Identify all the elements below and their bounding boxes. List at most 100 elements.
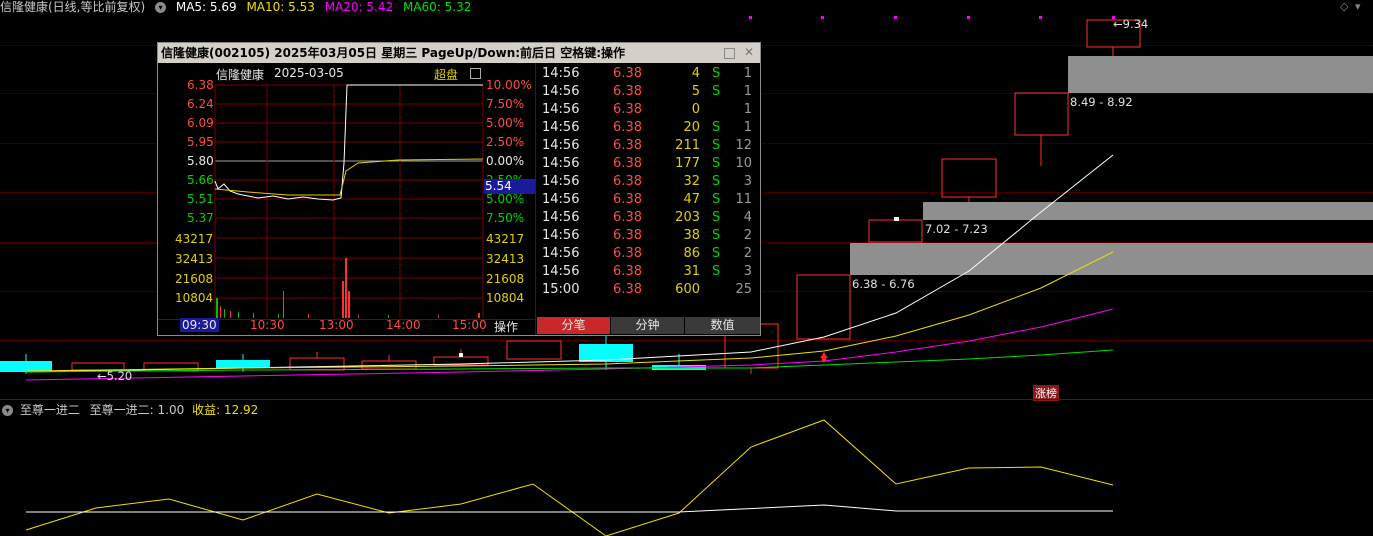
time-axis-label: 15:00: [452, 318, 487, 332]
pct-axis-label: 5.00%: [486, 192, 525, 206]
operate-button[interactable]: 操作: [494, 318, 518, 335]
range-label: 8.49 - 8.92: [1070, 95, 1133, 109]
tick-time: 14:56: [542, 246, 580, 261]
tick-price: 6.38: [613, 192, 642, 207]
tick-price: 6.38: [613, 228, 642, 243]
tick-time: 14:56: [542, 138, 580, 153]
tick-count: 11: [735, 192, 752, 207]
tick-count: 1: [743, 84, 752, 99]
indicator-line-white: [26, 504, 1113, 513]
maximize-icon[interactable]: [724, 48, 735, 59]
tick-volume: 203: [675, 210, 700, 225]
time-axis-label: 13:00: [319, 318, 354, 332]
tick-price: 6.38: [613, 210, 642, 225]
pct-axis-label: 0.00%: [486, 154, 525, 168]
price-axis-label: 6.38: [187, 78, 214, 92]
low-annotation: ←5.20: [97, 369, 133, 383]
tick-volume: 177: [675, 156, 700, 171]
indicator-chart[interactable]: [0, 400, 1373, 536]
tick-side: S: [712, 210, 721, 225]
time-axis-label: 14:00: [386, 318, 421, 332]
price-axis-label: 6.24: [187, 97, 214, 111]
pct-axis-label: 2.50%: [486, 135, 525, 149]
tick-row: 14:56 6.38 177 S 10: [536, 155, 760, 173]
tick-count: 1: [743, 120, 752, 135]
mini-chart-date: 2025-03-05: [274, 66, 344, 80]
tick-count: 25: [735, 282, 752, 297]
volume-axis-label: 32413: [486, 252, 525, 266]
tick-side: S: [712, 66, 721, 81]
tick-price: 6.38: [613, 246, 642, 261]
tick-volume: 32: [683, 174, 700, 189]
tick-side: S: [712, 246, 721, 261]
volume-axis-label: 10804: [175, 291, 214, 305]
tick-side: S: [712, 84, 721, 99]
tick-row: 14:56 6.38 4 S 1: [536, 65, 760, 83]
tick-volume: 5: [691, 84, 700, 99]
low-value: 5.20: [106, 369, 133, 383]
volume-axis-label: 43217: [175, 232, 214, 246]
tick-volume: 38: [683, 228, 700, 243]
tick-side: S: [712, 228, 721, 243]
volume-axis-label: 10804: [486, 291, 525, 305]
pct-axis-label: 7.50%: [486, 97, 525, 111]
tab-minutes[interactable]: 分钟: [610, 317, 684, 334]
buy-arrow-icon: [820, 352, 828, 358]
tick-count: 10: [735, 156, 752, 171]
tab-values[interactable]: 数值: [684, 317, 760, 334]
tick-volume: 86: [683, 246, 700, 261]
tick-price: 6.38: [613, 282, 642, 297]
tick-price: 6.38: [613, 156, 642, 171]
tick-side: S: [712, 156, 721, 171]
candle-up: [289, 357, 345, 371]
pct-axis-label: 10.00%: [486, 78, 532, 92]
tick-time: 14:56: [542, 264, 580, 279]
tick-row: 14:56 6.38 5 S 1: [536, 83, 760, 101]
tick-side: S: [712, 120, 721, 135]
volume-axis-label: 32413: [175, 252, 214, 266]
tick-count: 4: [743, 210, 752, 225]
tick-volume: 20: [683, 120, 700, 135]
candle-up: [868, 219, 923, 243]
close-icon[interactable]: ✕: [743, 46, 755, 58]
tick-volume: 211: [675, 138, 700, 153]
tick-count: 1: [743, 66, 752, 81]
tick-count: 3: [743, 264, 752, 279]
price-axis-label: 5.95: [187, 135, 214, 149]
tick-time: 14:56: [542, 120, 580, 135]
tick-time: 14:56: [542, 192, 580, 207]
tick-row: 14:56 6.38 211 S 12: [536, 137, 760, 155]
tick-volume: 4: [691, 66, 700, 81]
tab-trades[interactable]: 分笔: [536, 317, 610, 334]
tick-time: 14:56: [542, 174, 580, 189]
toggle-icon[interactable]: [470, 68, 481, 79]
price-axis-label: 6.09: [187, 116, 214, 130]
popup-title-bar[interactable]: 信隆健康(002105) 2025年03月05日 星期三 PageUp/Down…: [158, 43, 760, 63]
tick-side: S: [712, 174, 721, 189]
tick-side: S: [712, 264, 721, 279]
tick-side: S: [712, 192, 721, 207]
tick-price: 6.38: [613, 138, 642, 153]
pct-axis-label: 7.50%: [486, 211, 525, 225]
popup-title: 信隆健康(002105) 2025年03月05日 星期三 PageUp/Down…: [161, 46, 626, 60]
range-label: 6.38 - 6.76: [852, 277, 915, 291]
tick-row: 14:56 6.38 38 S 2: [536, 227, 760, 245]
tick-time: 14:56: [542, 102, 580, 117]
tick-time: 14:56: [542, 156, 580, 171]
mini-chart-name: 信隆健康: [216, 68, 265, 82]
tick-count: 2: [743, 246, 752, 261]
tick-row: 14:56 6.38 31 S 3: [536, 263, 760, 281]
intraday-popup[interactable]: 信隆健康(002105) 2025年03月05日 星期三 PageUp/Down…: [157, 42, 761, 336]
indicator-line-yellow: [25, 419, 1114, 536]
current-price-marker: 5.54: [484, 179, 536, 194]
tick-price: 6.38: [613, 102, 642, 117]
volume-axis-label: 43217: [486, 232, 525, 246]
tick-row: 15:00 6.38 600 25: [536, 281, 760, 299]
tick-count: 2: [743, 228, 752, 243]
volume-axis-label: 21608: [486, 272, 525, 286]
mini-chart-mode[interactable]: 超盘: [434, 66, 458, 83]
intraday-chart[interactable]: [158, 63, 536, 337]
tick-price: 6.38: [613, 66, 642, 81]
tick-volume: 0: [691, 102, 700, 117]
tick-row: 14:56 6.38 0 1: [536, 101, 760, 119]
